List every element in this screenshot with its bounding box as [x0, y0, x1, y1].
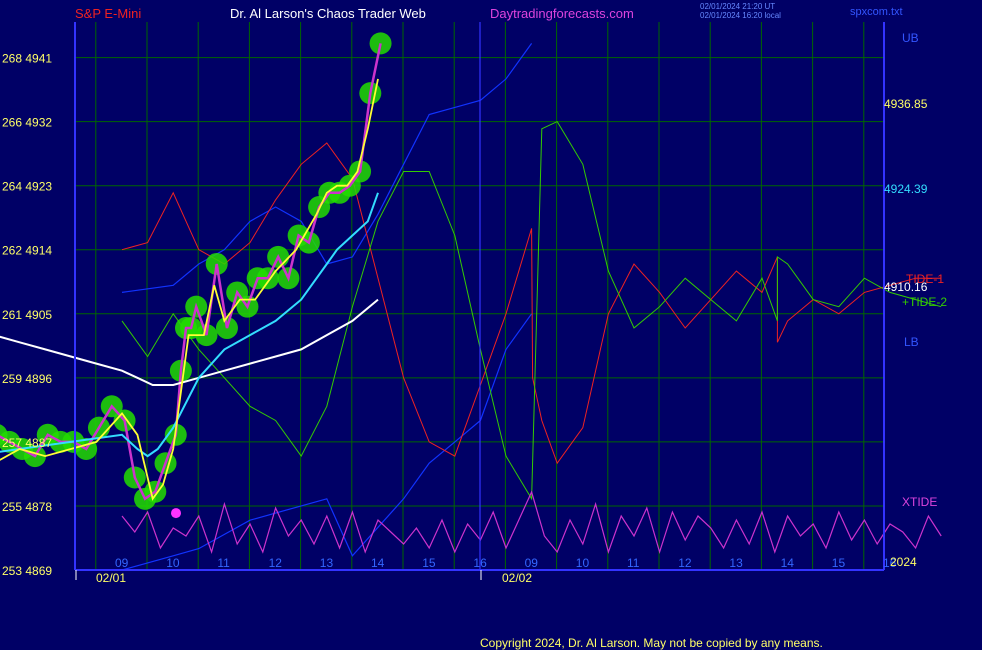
y-tick-label: 264 4923	[2, 180, 52, 194]
x-tick-label: 14	[371, 556, 385, 570]
y-tick-label: 255 4878	[2, 500, 52, 514]
y-tick-label: 268 4941	[2, 52, 52, 66]
y-tick-label: 266 4932	[2, 116, 52, 130]
date-label-2: 02/02	[502, 571, 532, 585]
mid-value: 4924.39	[884, 182, 928, 196]
x-tick-label: 13	[729, 556, 743, 570]
timestamp-utc: 02/01/2024 21:20 UT	[700, 2, 775, 11]
xtide-line	[121, 490, 942, 555]
copyright: Copyright 2024, Dr. Al Larson. May not b…	[480, 636, 823, 650]
tide1-value: 4910.16	[884, 280, 928, 294]
ub-label: UB	[902, 31, 919, 45]
x-tick-label: 10	[576, 556, 590, 570]
low-marker	[171, 508, 181, 519]
x-tick-label: 10	[166, 556, 180, 570]
price-glow	[0, 32, 392, 510]
ub-value: 4936.85	[884, 97, 928, 111]
x-tick-label: 12	[269, 556, 283, 570]
xtide-path	[121, 490, 942, 555]
x-tick-label: 13	[320, 556, 334, 570]
x-tick-label: 11	[627, 556, 640, 570]
year-label: 2024	[890, 555, 917, 569]
upper-band	[121, 43, 533, 293]
x-tick-label: 16	[473, 556, 487, 570]
y-tick-label: 262 4914	[2, 244, 52, 258]
lb-label: LB	[904, 335, 919, 349]
x-tick-label: 15	[832, 556, 846, 570]
xtide-label: XTIDE	[902, 495, 937, 509]
x-tick-label: 11	[217, 556, 230, 570]
chart: 268 4941 266 4932 264 4923 262 4914 261 4905…	[0, 2, 947, 650]
y-tick-label: 253 4869	[2, 564, 52, 578]
y-tick-label: 261 4905	[2, 308, 52, 322]
x-tick-label: 09	[115, 556, 129, 570]
y-tick-label: 259 4896	[2, 372, 52, 386]
x-tick-label: 12	[678, 556, 692, 570]
site-title: Dr. Al Larson's Chaos Trader Web	[230, 6, 426, 21]
envelope-bands	[121, 43, 533, 571]
website-link[interactable]: Daytradingforecasts.com	[490, 6, 634, 21]
glow-dot	[369, 32, 392, 55]
y-tick-label: 257 4887	[2, 436, 52, 450]
timestamp-local: 02/01/2024 16:20 local	[700, 11, 781, 20]
date-label-1: 02/01	[96, 571, 126, 585]
instrument-label: S&P E-Mini	[75, 6, 141, 21]
x-tick-label: 15	[422, 556, 436, 570]
file-name: spxcom.txt	[850, 6, 903, 18]
x-tick-label: 09	[525, 556, 539, 570]
x-tick-label: 14	[781, 556, 795, 570]
tide2-label: +TIDE-2	[902, 295, 947, 309]
